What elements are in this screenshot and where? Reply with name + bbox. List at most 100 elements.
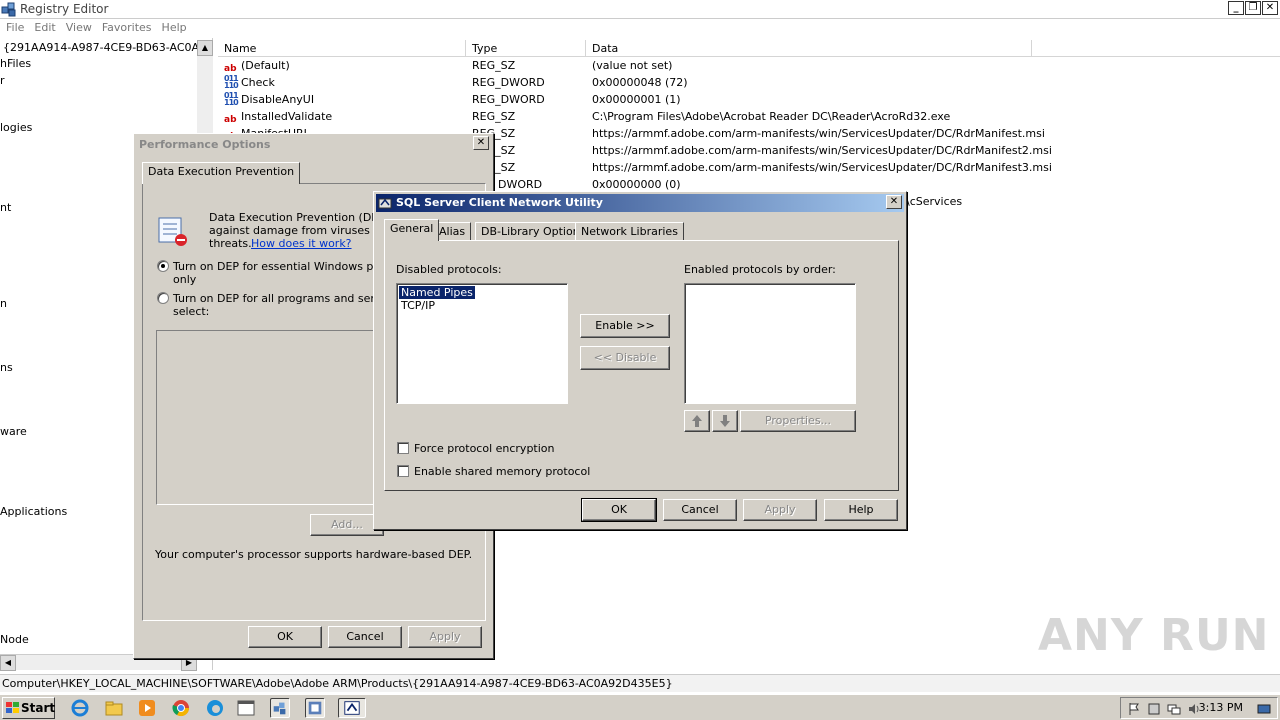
- menu-file[interactable]: File: [2, 19, 30, 37]
- chrome-icon[interactable]: [171, 698, 191, 718]
- scroll-left-arrow-icon[interactable]: ◀: [0, 655, 16, 671]
- sql-utility-icon: [378, 198, 392, 209]
- value-name: Check: [241, 76, 275, 89]
- dialog-title: SQL Server Client Network Utility: [376, 194, 904, 212]
- value-row[interactable]: 011 110 Check REG_DWORD 0x00000048 (72): [218, 74, 1280, 91]
- dialog-title: Performance Options: [136, 136, 491, 154]
- tree-item[interactable]: Node: [0, 633, 29, 646]
- tree-item[interactable]: r: [0, 74, 5, 87]
- restore-button[interactable]: ❐: [1245, 1, 1261, 15]
- column-data[interactable]: Data: [586, 40, 1032, 56]
- menu-view[interactable]: View: [62, 19, 98, 37]
- status-bar: Computer\HKEY_LOCAL_MACHINE\SOFTWARE\Ado…: [0, 674, 1280, 692]
- value-name: InstalledValidate: [241, 110, 333, 123]
- media-player-icon[interactable]: [137, 698, 157, 718]
- dep-all-programs-label: Turn on DEP for all programs and service…: [173, 292, 404, 305]
- registry-editor-icon: [1, 2, 16, 17]
- list-item[interactable]: TCP/IP: [401, 299, 435, 312]
- force-encryption-label: Force protocol encryption: [414, 442, 555, 455]
- show-desktop-icon[interactable]: [1257, 702, 1271, 716]
- shared-memory-checkbox[interactable]: [397, 465, 409, 477]
- apply-button[interactable]: Apply: [408, 626, 482, 648]
- tree-item[interactable]: nt: [0, 201, 11, 214]
- folder-icon[interactable]: [104, 698, 124, 718]
- dword-value-icon: 011 110: [224, 91, 239, 107]
- dep-essential-radio[interactable]: [157, 260, 169, 272]
- tree-selected-key[interactable]: {291AA914-A987-4CE9-BD63-AC0A92D: [0, 40, 197, 56]
- dep-all-programs-radio[interactable]: [157, 292, 169, 304]
- dep-description-line: threats.: [209, 237, 252, 250]
- value-data: https://armmf.adobe.com/arm-manifests/wi…: [592, 144, 1052, 157]
- ok-button[interactable]: OK: [581, 498, 657, 522]
- arrow-up-icon: [692, 415, 702, 427]
- internet-explorer-icon[interactable]: [70, 698, 90, 718]
- dep-essential-label: Turn on DEP for essential Windows progra: [173, 260, 403, 273]
- close-button[interactable]: ✕: [1262, 1, 1278, 15]
- help-button[interactable]: Help: [824, 499, 898, 521]
- edge-icon[interactable]: [205, 698, 225, 718]
- value-name: (Default): [241, 59, 290, 72]
- value-name: DisableAnyUI: [241, 93, 315, 106]
- tree-item[interactable]: logies: [0, 121, 32, 134]
- disabled-protocols-list[interactable]: Named Pipes TCP/IP: [396, 283, 568, 404]
- performance-options-taskbar-icon[interactable]: [305, 698, 325, 718]
- action-center-icon[interactable]: [1147, 702, 1161, 716]
- registry-editor-taskbar-icon[interactable]: [270, 698, 290, 718]
- value-row[interactable]: ab InstalledValidate REG_SZ C:\Program Fi…: [218, 108, 1280, 125]
- value-data: \cServices: [906, 195, 963, 208]
- value-type: REG_DWORD: [472, 93, 545, 106]
- anyrun-watermark: ANY RUN: [1038, 610, 1270, 661]
- ok-button[interactable]: OK: [248, 626, 322, 648]
- dep-essential-label: only: [173, 273, 197, 286]
- value-data: C:\Program Files\Adobe\Acrobat Reader DC…: [592, 110, 951, 123]
- value-data: 0x00000001 (1): [592, 93, 681, 106]
- start-label: Start: [21, 701, 56, 715]
- flag-icon[interactable]: [1127, 702, 1141, 716]
- window-app-icon[interactable]: [236, 698, 256, 718]
- scroll-up-arrow-icon[interactable]: ▲: [197, 40, 213, 56]
- how-does-it-work-link[interactable]: How does it work?: [251, 237, 352, 250]
- list-item[interactable]: Named Pipes: [398, 285, 476, 300]
- cancel-button[interactable]: Cancel: [663, 499, 737, 521]
- apply-button[interactable]: Apply: [743, 499, 817, 521]
- tree-item[interactable]: n: [0, 297, 7, 310]
- value-data: https://armmf.adobe.com/arm-manifests/wi…: [592, 127, 1045, 140]
- column-type[interactable]: Type: [466, 40, 586, 56]
- tree-item[interactable]: ware: [0, 425, 27, 438]
- value-row[interactable]: ab (Default) REG_SZ (value not set): [218, 57, 1280, 74]
- clock[interactable]: 3:13 PM: [1199, 701, 1243, 714]
- move-down-button[interactable]: [712, 410, 738, 432]
- close-icon[interactable]: ✕: [886, 195, 902, 209]
- force-encryption-checkbox[interactable]: [397, 442, 409, 454]
- tree-item[interactable]: ns: [0, 361, 13, 374]
- network-icon[interactable]: [1167, 702, 1181, 716]
- value-type: REG_SZ: [472, 59, 516, 72]
- menu-bar: File Edit View Favorites Help: [0, 19, 1280, 37]
- dword-value-icon: 011 110: [224, 74, 239, 90]
- disable-button[interactable]: << Disable: [580, 346, 670, 370]
- tree-item[interactable]: hFiles: [0, 57, 31, 70]
- properties-button[interactable]: Properties...: [740, 410, 856, 432]
- close-icon[interactable]: ✕: [473, 136, 489, 150]
- column-name[interactable]: Name: [218, 40, 466, 56]
- menu-favorites[interactable]: Favorites: [98, 19, 158, 37]
- enabled-protocols-list[interactable]: [684, 283, 856, 404]
- menu-help[interactable]: Help: [158, 19, 193, 37]
- value-data: 0x00000048 (72): [592, 76, 688, 89]
- cancel-button[interactable]: Cancel: [328, 626, 402, 648]
- tab-data-execution-prevention[interactable]: Data Execution Prevention: [142, 162, 301, 184]
- registry-titlebar: Registry Editor _ ❐ ✕: [0, 0, 1280, 19]
- sql-utility-taskbar-icon[interactable]: [338, 698, 366, 718]
- dep-shield-icon: [158, 217, 187, 246]
- move-up-button[interactable]: [684, 410, 710, 432]
- enable-button[interactable]: Enable >>: [580, 314, 670, 338]
- tree-item[interactable]: Applications: [0, 505, 67, 518]
- tab-db-library-options[interactable]: DB-Library Options: [475, 222, 592, 241]
- value-row[interactable]: 011 110 DisableAnyUI REG_DWORD 0x00000001 …: [218, 91, 1280, 108]
- minimize-button[interactable]: _: [1228, 1, 1244, 15]
- tab-general[interactable]: General: [384, 219, 440, 241]
- menu-edit[interactable]: Edit: [30, 19, 61, 37]
- arrow-down-icon: [720, 415, 730, 427]
- start-button[interactable]: Start: [2, 697, 55, 719]
- tab-network-libraries[interactable]: Network Libraries: [575, 222, 684, 241]
